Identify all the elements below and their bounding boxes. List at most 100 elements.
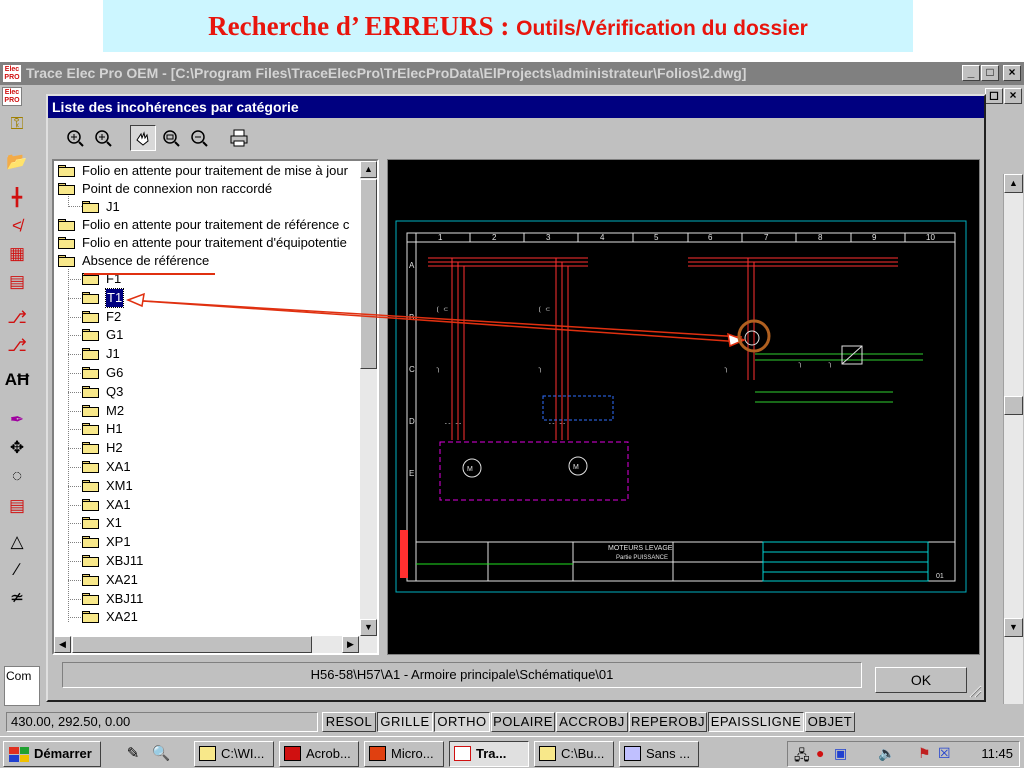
mode-reperobj[interactable]: REPEROBJ xyxy=(629,712,707,732)
component-icon[interactable]: ▤ xyxy=(3,269,31,295)
wires-icon[interactable]: ≮ xyxy=(3,213,31,239)
row-letter: B xyxy=(409,313,414,322)
mode-objet[interactable]: OBJET xyxy=(805,712,855,732)
open-folder-icon[interactable]: 📂 xyxy=(3,149,31,175)
doc-close-button[interactable]: × xyxy=(1004,88,1022,104)
maximize-button[interactable]: □ xyxy=(981,65,999,81)
zoom-in-icon[interactable] xyxy=(90,125,116,151)
print-icon[interactable] xyxy=(226,125,252,151)
tray-network-icon[interactable]: 🖧 xyxy=(794,745,810,768)
search-quicklaunch-icon[interactable]: 🔍 xyxy=(150,743,172,765)
tree-scroll-left-button[interactable]: ◀ xyxy=(54,636,71,653)
scroll-thumb[interactable] xyxy=(1004,396,1023,415)
tree-connector xyxy=(68,598,81,600)
pan-icon[interactable] xyxy=(130,125,156,151)
mode-epaissligne[interactable]: EPAISSLIGNE xyxy=(708,712,804,732)
task-trace-elec[interactable]: Tra... xyxy=(449,741,529,767)
folder-icon xyxy=(82,423,99,436)
svg-text:ɿ: ɿ xyxy=(828,361,832,368)
minimize-button[interactable]: _ xyxy=(962,65,980,81)
column-number: 1 xyxy=(438,233,443,242)
tray-antivirus-icon[interactable]: ⚑ xyxy=(918,745,931,762)
mode-resol[interactable]: RESOL xyxy=(322,712,376,732)
task-powerpoint[interactable]: Micro... xyxy=(364,741,444,767)
mode-polaire[interactable]: POLAIRE xyxy=(491,712,555,732)
tree-scroll-thumb[interactable] xyxy=(360,179,377,369)
folder-icon xyxy=(82,329,99,342)
tree-label: XA21 xyxy=(106,571,138,587)
tree-label: XA1 xyxy=(106,496,131,512)
slide: Recherche d’ ERREURS : Outils/Vérificati… xyxy=(0,0,1024,768)
ok-button[interactable]: OK xyxy=(875,667,967,693)
tree-connector xyxy=(68,316,81,318)
tree-connector xyxy=(68,206,82,207)
zoom-extents-icon[interactable] xyxy=(62,125,88,151)
extend-icon[interactable]: ≄ xyxy=(3,585,31,611)
terminal-icon[interactable]: ▦ xyxy=(3,241,31,267)
resize-grip-icon[interactable] xyxy=(968,684,982,698)
pencil-quicklaunch-icon[interactable]: ✎ xyxy=(122,743,144,765)
trim-icon[interactable]: ∕ xyxy=(3,557,31,583)
row-letter: C xyxy=(409,365,415,374)
layers-icon[interactable]: ▤ xyxy=(3,493,31,519)
drawing-scrollbar[interactable]: ▲ ▼ xyxy=(1003,174,1023,704)
contact-icon[interactable]: ⎇ xyxy=(3,305,31,331)
slide-title: Recherche d’ ERREURS : Outils/Vérificati… xyxy=(103,0,913,52)
text-icon[interactable]: AĦ xyxy=(3,367,31,393)
tray-tool-icon[interactable]: ☒ xyxy=(938,745,951,762)
multi-contact-icon[interactable]: ⎇ xyxy=(3,333,31,359)
tree-label: G6 xyxy=(106,365,124,380)
tree-connector xyxy=(68,504,81,506)
tree-scroll-h-thumb[interactable] xyxy=(72,636,312,653)
task-acrobat[interactable]: Acrob... xyxy=(279,741,359,767)
move-icon[interactable]: ✥ xyxy=(3,435,31,461)
tree-connector xyxy=(68,335,81,337)
tree-connector xyxy=(68,617,81,619)
tree-scroll-right-button[interactable]: ▶ xyxy=(342,636,359,653)
slide-title-main: Recherche d’ ERREURS xyxy=(208,11,494,41)
folder-icon xyxy=(82,291,99,304)
mode-grille[interactable]: GRILLE xyxy=(377,712,433,732)
start-button[interactable]: Démarrer xyxy=(3,741,101,767)
folder-icon xyxy=(82,348,99,361)
close-button[interactable]: × xyxy=(1003,65,1021,81)
category-tree[interactable]: Folio en attente pour traitement de mise… xyxy=(52,159,379,655)
zoom-out-icon[interactable] xyxy=(186,125,212,151)
column-number: 8 xyxy=(818,233,823,242)
zoom-window-icon[interactable] xyxy=(158,125,184,151)
scroll-up-button[interactable]: ▲ xyxy=(1004,174,1023,193)
row-letter: D xyxy=(409,417,415,426)
tree-vertical-scrollbar[interactable]: ▲ ▼ xyxy=(360,161,377,636)
task-explorer-bureau[interactable]: C:\Bu... xyxy=(534,741,614,767)
tree-scroll-down-button[interactable]: ▼ xyxy=(360,619,377,636)
mode-ortho[interactable]: ORTHO xyxy=(434,712,490,732)
paint-icon xyxy=(624,746,641,761)
tray-scan-icon[interactable]: ▣ xyxy=(834,745,847,762)
svg-text:M: M xyxy=(573,464,579,471)
tree-horizontal-scrollbar[interactable]: ◀ ▶ xyxy=(54,636,377,653)
tree-connector xyxy=(68,429,81,431)
line-tool-icon[interactable]: ✒ xyxy=(3,407,31,433)
tree-scroll-up-button[interactable]: ▲ xyxy=(360,161,377,178)
copy-icon[interactable]: ◌ xyxy=(3,463,31,489)
doc-restore-button[interactable]: ◻ xyxy=(985,88,1003,104)
mode-accrobj[interactable]: ACCROBJ xyxy=(556,712,628,732)
frame-icon[interactable]: △ xyxy=(3,529,31,555)
task-paint[interactable]: Sans ... xyxy=(619,741,699,767)
folder-icon xyxy=(82,498,99,511)
powerpoint-icon xyxy=(369,746,386,761)
folder-icon xyxy=(82,442,99,455)
bus-bar-icon[interactable]: ╋ xyxy=(3,185,31,211)
tray-sound-icon[interactable]: 🔈 xyxy=(878,745,895,762)
tray-record-icon[interactable]: ● xyxy=(816,745,824,761)
folder-icon xyxy=(82,201,99,213)
dialog-titlebar[interactable]: Liste des incohérences par catégorie xyxy=(48,96,984,118)
task-explorer-windows[interactable]: C:\WI... xyxy=(194,741,274,767)
schematic-preview[interactable]: 1 2 3 4 5 6 7 8 9 10 A B C D E (⊂ (⊂ ɿ… xyxy=(387,159,980,655)
task-label: Acrob... xyxy=(306,746,351,761)
scroll-down-button[interactable]: ▼ xyxy=(1004,618,1023,637)
tree-connector xyxy=(68,561,81,562)
key-icon[interactable]: ⚿ xyxy=(3,111,31,137)
app-titlebar[interactable]: Elec PRO Trace Elec Pro OEM - [C:\Program… xyxy=(0,62,1024,85)
command-line[interactable]: Com xyxy=(4,666,40,706)
